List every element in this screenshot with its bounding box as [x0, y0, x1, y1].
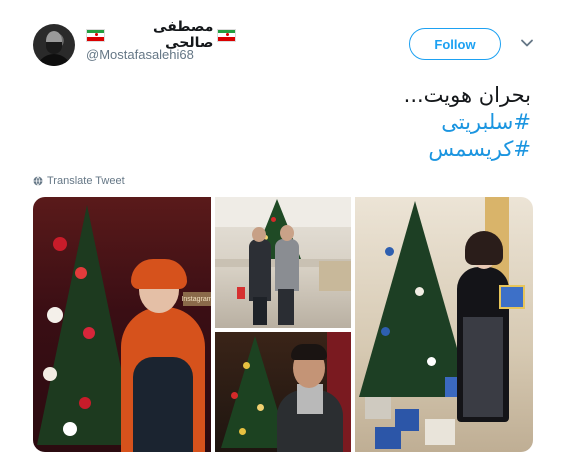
globe-icon [33, 176, 43, 186]
user-handle[interactable]: @Mostafasalehi68 [86, 47, 194, 62]
photo-1[interactable]: Instagram [33, 197, 211, 452]
photo-4[interactable] [355, 197, 533, 452]
hashtag-link[interactable]: #کریسمس [51, 136, 531, 163]
translate-label[interactable]: Translate Tweet [47, 175, 125, 187]
user-name-row[interactable]: مصطفی صالحی [86, 19, 236, 51]
translate-tweet-link[interactable]: Translate Tweet [33, 175, 125, 187]
instagram-sign: Instagram [181, 292, 211, 306]
tweet-text: بحران هویت... #سلبریتی #کریسمس [51, 82, 531, 163]
chevron-down-icon[interactable] [520, 36, 534, 50]
photo-3[interactable] [215, 332, 351, 452]
hashtag-link[interactable]: #سلبریتی [51, 109, 531, 136]
tweet-text-line: بحران هویت... [403, 83, 531, 107]
photo-2[interactable] [215, 197, 351, 328]
avatar[interactable] [33, 24, 75, 66]
media-grid: Instagram [33, 197, 533, 452]
iran-flag-icon [217, 28, 236, 42]
tweet-card: مصطفی صالحی @Mostafasalehi68 Follow بحرا… [0, 0, 564, 463]
iran-flag-icon [86, 28, 105, 42]
follow-button[interactable]: Follow [409, 28, 501, 60]
